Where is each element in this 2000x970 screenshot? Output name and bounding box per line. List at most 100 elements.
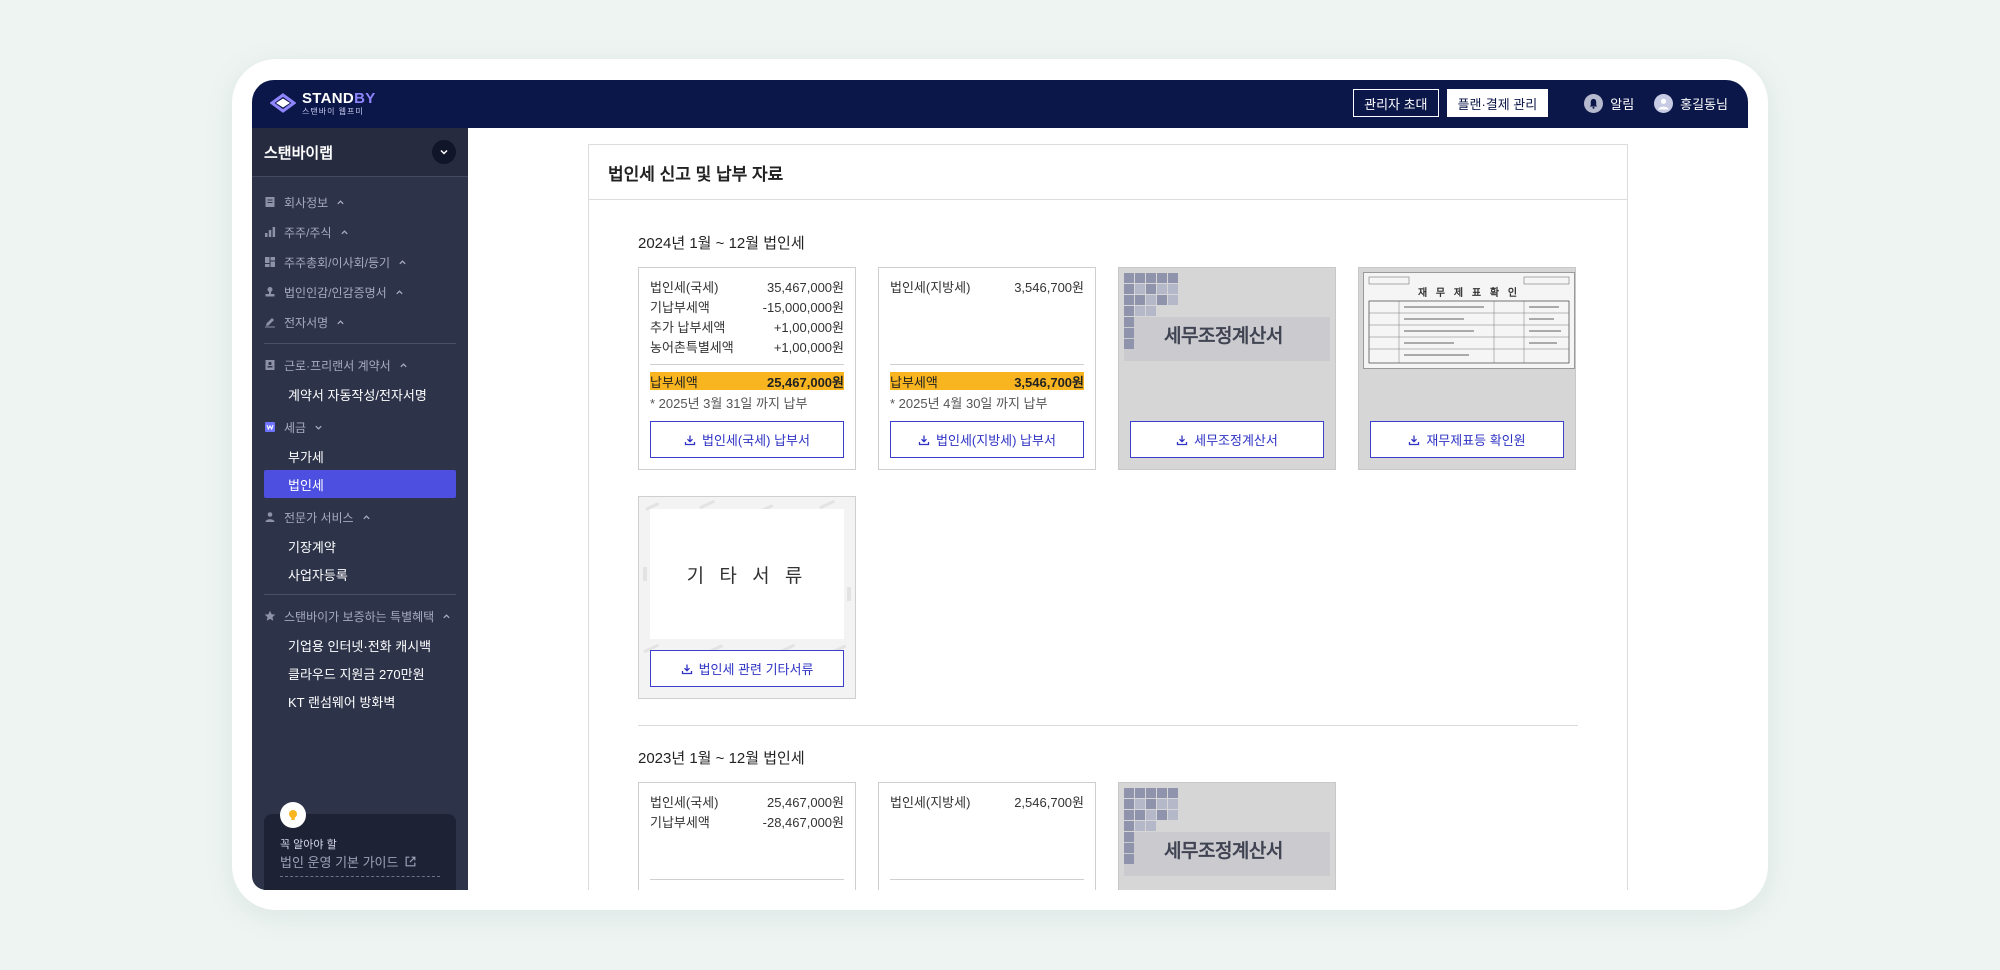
star-icon [264,610,276,621]
sidebar-section-label: 주주총회/이사회/등기 [284,255,391,270]
download-misc-documents-button[interactable]: 법인세 관련 기타서류 [650,650,844,687]
tax-icon [265,422,275,432]
invite-admin-button[interactable]: 관리자 초대 [1353,89,1439,117]
tax-row: 농어촌특별세액 +1,00,000원 [639,336,855,356]
tax-row-value: 2,546,700원 [1014,794,1084,810]
sidebar-section-label: 근로·프리랜서 계약서 [284,358,391,373]
thumbnail-pattern [1124,273,1330,365]
sidebar-item-kt[interactable]: KT 랜섬웨어 방화벽 [264,687,456,715]
sidebar-section-company-info[interactable]: 회사정보 [264,187,456,217]
misc-documents-thumbnail: 기 타 서 류 [650,509,844,639]
plan-billing-button[interactable]: 플랜·결제 관리 [1446,89,1549,117]
avatar-icon [1654,93,1674,113]
year-2024-title: 2024년 1월 ~ 12월 법인세 [638,235,805,252]
sidebar-item-cashback[interactable]: 기업용 인터넷·전화 캐시백 [264,631,456,659]
stamp-icon [265,287,275,297]
document-icon [265,197,275,207]
download-icon [1176,435,1188,445]
sidebar-section-label: 주주/주식 [284,225,332,240]
tax-adjustment-thumb-title: 세무조정계산서 [1164,841,1283,862]
sidebar-section-expert[interactable]: 전문가 서비스 [264,502,456,532]
sidebar-divider [264,594,456,595]
local-tax-card-2023: 법인세(지방세) 2,546,700원 [878,782,1096,890]
pen-icon [265,318,275,328]
person-icon [265,512,275,522]
guide-link[interactable]: 법인 운영 기본 가이드 [280,852,417,871]
download-button-label: 재무제표등 확인원 [1426,433,1526,448]
chevron-up-icon [399,259,406,264]
guide-link-underline [280,876,440,877]
sidebar-section-seal[interactable]: 법인인감/인감증명서 [264,277,456,307]
sidebar-item-bookkeeping[interactable]: 기장계약 [264,532,456,560]
card-divider [650,879,844,880]
tax-adjustment-card: 세무조정계산서 세무조정계산서 [1118,267,1336,470]
sidebar-item-contract-auto[interactable]: 계약서 자동작성/전자서명 [264,380,456,408]
download-local-tax-button[interactable]: 법인세(지방세) 납부서 [890,421,1084,458]
download-national-tax-button[interactable]: 법인세(국세) 납부서 [650,421,844,458]
sidebar-section-shareholders[interactable]: 주주/주식 [264,217,456,247]
tax-row-value: -28,467,000원 [762,814,844,830]
misc-documents-card: 기 타 서 류 법인세 관련 기타서류 [638,496,856,699]
logo-accent-text: BY [354,89,376,107]
sidebar-item-biz-reg[interactable]: 사업자등록 [264,560,456,588]
download-financial-statements-button[interactable]: 재무제표등 확인원 [1370,421,1564,458]
org-switcher[interactable]: 스탠바이랩 [252,128,468,177]
tax-row-label: 법인세(국세) [650,279,719,295]
bell-icon [1584,93,1604,113]
sidebar-section-contract[interactable]: 근로·프리랜서 계약서 [264,350,456,380]
sidebar-item-cloud[interactable]: 클라우드 지원금 270만원 [264,659,456,687]
download-button-label: 법인세 관련 기타서류 [698,662,814,677]
tax-row: 기납부세액 -15,000,000원 [639,296,855,316]
chevron-up-icon [337,199,344,204]
chevron-down-icon[interactable] [432,140,456,164]
sidebar-section-label: 법인인감/인감증명서 [284,285,387,300]
tax-row: 법인세(국세) 25,467,000원 [639,791,855,811]
dashboard-icon [265,257,275,267]
user-name: 홍길동님 [1680,96,1728,112]
download-icon [684,435,696,445]
tax-adjustment-card-2023: 세무조정계산서 [1118,782,1336,890]
download-tax-adjustment-button[interactable]: 세무조정계산서 [1130,421,1324,458]
total-tax-row: 납부세액 3,546,700원 [890,372,1084,390]
sidebar-section-tax[interactable]: 세금 [264,412,456,442]
sidebar-section-esign[interactable]: 전자서명 [264,307,456,337]
chevron-down-icon [315,425,322,430]
guide-tip-caption: 꼭 알아야 할 [280,839,337,851]
lightbulb-icon [280,802,306,828]
user-menu[interactable]: 홍길동님 [1654,93,1728,113]
year-divider [638,725,1578,726]
tax-row-value: 25,467,000원 [766,794,844,810]
sidebar-item-corp-tax[interactable]: 법인세 [264,470,456,498]
org-name: 스탠바이랩 [264,144,334,162]
standby-logo[interactable]: STANDBY 스탠바이 웹프미 [270,90,376,116]
app-screen: STANDBY 스탠바이 웹프미 관리자 초대 플랜·결제 관리 알림 홍길동님 [252,80,1748,890]
tax-row-label: 추가 납부세액 [650,319,726,335]
financial-statements-thumb-title: 재 무 제 표 확 인 [1417,288,1521,299]
chevron-up-icon [362,514,370,519]
standby-logo-icon [270,93,296,113]
notifications-link[interactable]: 알림 [1584,93,1634,113]
chevron-up-icon [340,229,348,234]
tax-row-value: +1,00,000원 [773,339,844,355]
chevron-up-icon [337,319,344,324]
contact-card-icon [265,360,275,370]
tax-adjustment-thumb-title: 세무조정계산서 [1164,326,1283,347]
total-tax-value: 25,467,000원 [766,374,844,390]
sidebar-section-meetings[interactable]: 주주총회/이사회/등기 [264,247,456,277]
financial-statements-thumbnail: 재 무 제 표 확 인 [1363,272,1575,369]
download-icon [1409,435,1420,445]
sidebar-item-vat[interactable]: 부가세 [264,442,456,470]
logo-main-text: STAND [302,89,355,107]
download-button-label: 세무조정계산서 [1194,433,1278,448]
sidebar-section-label: 전자서명 [284,315,329,330]
local-tax-card: 법인세(지방세) 3,546,700원 납부세액 3,546,700원 * 2025… [878,267,1096,470]
chevron-up-icon [396,289,403,294]
chevron-up-icon [443,613,450,618]
tax-row: 추가 납부세액 +1,00,000원 [639,316,855,336]
total-tax-label: 납부세액 [650,374,698,390]
thumbnail-pattern [1124,788,1330,880]
guide-tip-card: 꼭 알아야 할 법인 운영 기본 가이드 [264,802,456,890]
sidebar-section-benefits[interactable]: 스탠바이가 보증하는 특별혜택 [264,601,456,631]
sidebar-menu: 회사정보 주주/주식 주주총회/이사회/등기 법인인감/인감증명서 전자서명 근… [252,177,468,715]
card-divider [890,364,1084,365]
